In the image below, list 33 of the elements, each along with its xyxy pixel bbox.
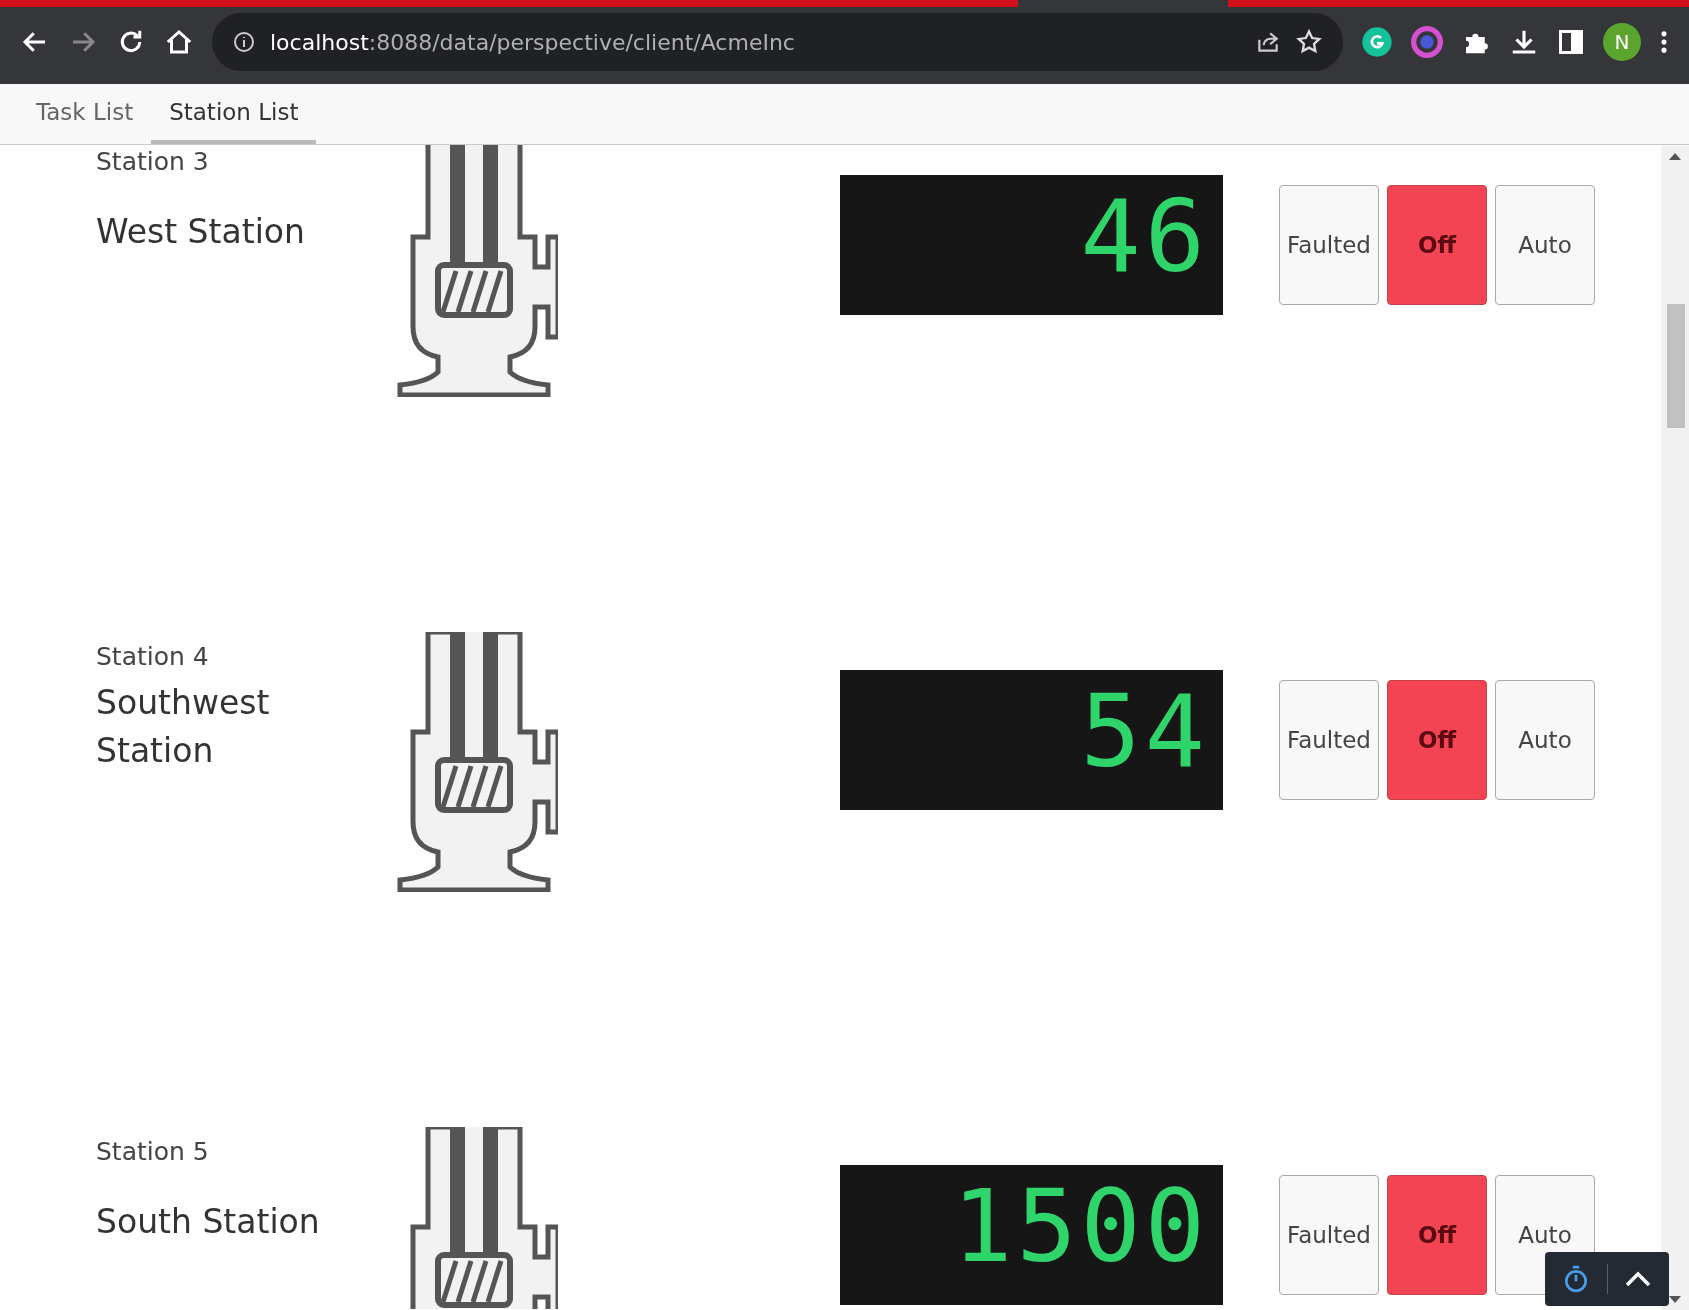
digital-display: 46: [840, 175, 1223, 315]
scroll-up-icon[interactable]: [1669, 152, 1681, 160]
digital-display: 54: [840, 670, 1223, 810]
chevron-up-icon: [1625, 1270, 1652, 1288]
menu-icon[interactable]: [1659, 28, 1669, 56]
address-bar[interactable]: localhost:8088/data/perspective/client/AcmeInc: [212, 13, 1343, 71]
mode-button[interactable]: Off: [1387, 185, 1487, 305]
digital-display: 1500: [840, 1165, 1223, 1305]
side-panel-icon[interactable]: [1557, 28, 1585, 56]
info-icon[interactable]: [232, 30, 256, 54]
station-number: Station 4: [96, 642, 210, 671]
station-number: Station 5: [96, 1137, 210, 1166]
extension-icon[interactable]: [1361, 26, 1393, 58]
mode-button[interactable]: Faulted: [1279, 1175, 1379, 1295]
mode-button[interactable]: Faulted: [1279, 680, 1379, 800]
station-name: South Station: [96, 1201, 320, 1243]
home-icon[interactable]: [164, 27, 194, 57]
nav-tab[interactable]: Station List: [151, 84, 317, 144]
mode-button[interactable]: Auto: [1495, 185, 1595, 305]
stopwatch-icon: [1562, 1265, 1589, 1293]
mode-button[interactable]: Faulted: [1279, 185, 1379, 305]
station-name: West Station: [96, 211, 305, 253]
nav-tab[interactable]: Task List: [18, 84, 152, 144]
station-number: Station 3: [96, 147, 210, 176]
mode-button[interactable]: Auto: [1495, 680, 1595, 800]
star-icon[interactable]: [1295, 28, 1323, 56]
url-text: localhost:8088/data/perspective/client/AcmeInc: [270, 29, 796, 55]
mode-button[interactable]: Off: [1387, 680, 1487, 800]
station-name: Southwest Station: [96, 682, 271, 772]
scrollbar[interactable]: [1661, 146, 1689, 1310]
scrollbar-thumb[interactable]: [1667, 304, 1685, 428]
mode-button[interactable]: Off: [1387, 1175, 1487, 1295]
scroll-down-icon[interactable]: [1669, 1296, 1681, 1304]
